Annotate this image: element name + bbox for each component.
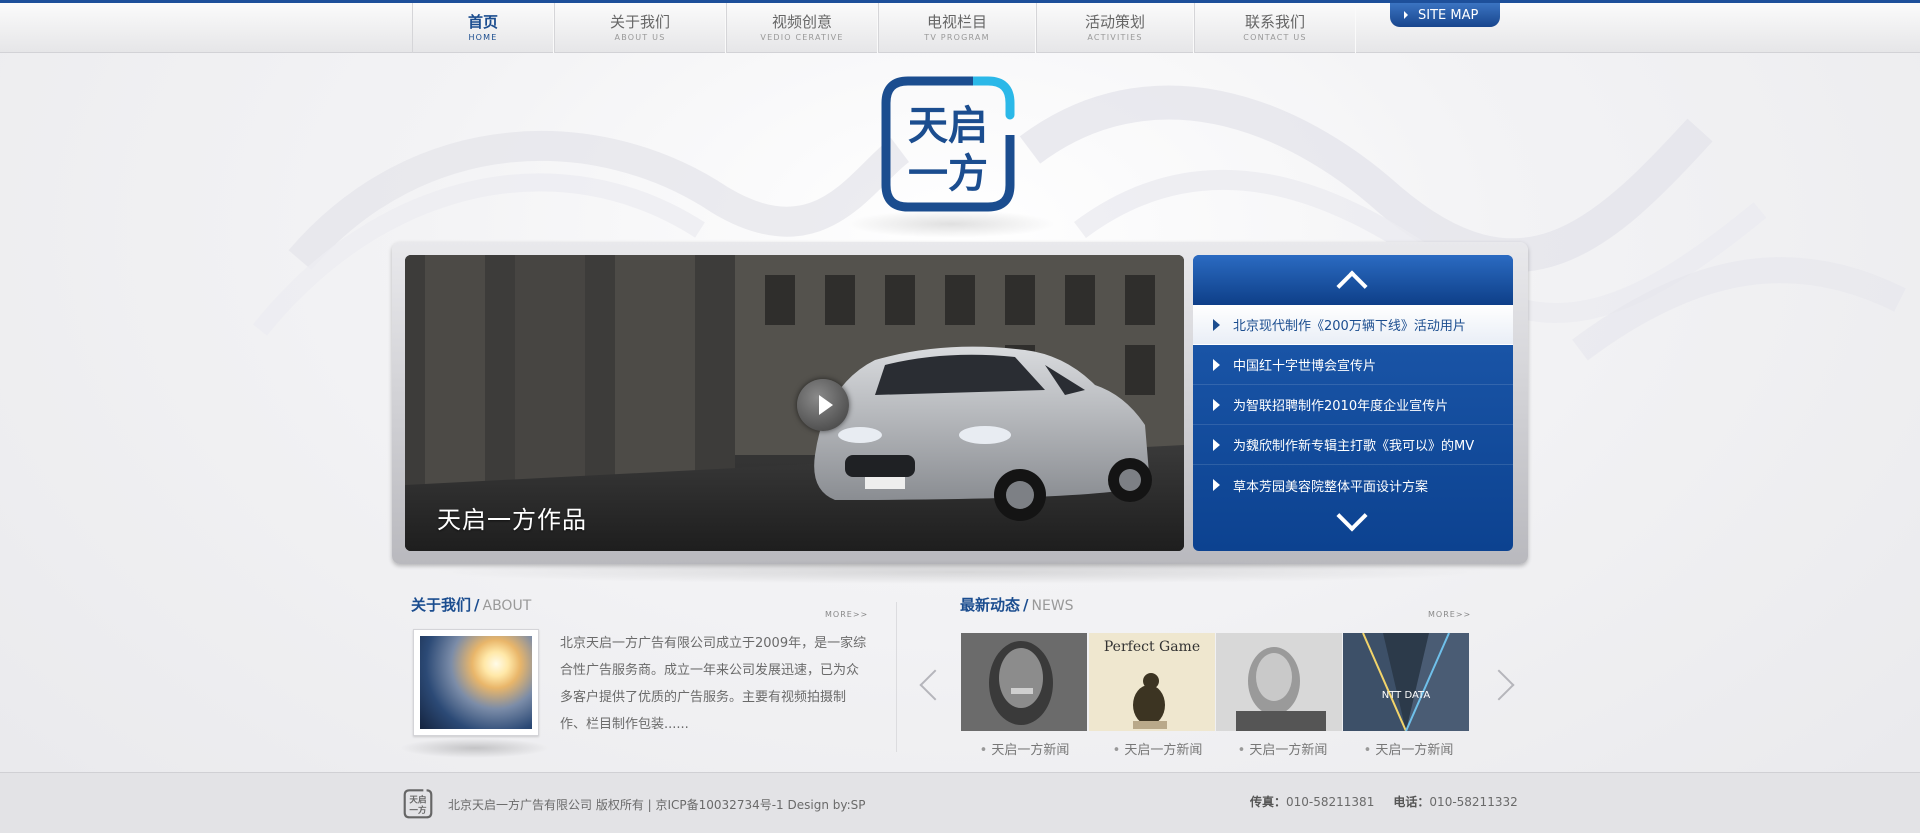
nav-video[interactable]: 视频创意 VEDIO CERATIVE [726,3,878,53]
nav-activities[interactable]: 活动策划 ACTIVITIES [1036,3,1194,53]
footer [0,772,1920,833]
about-title: 关于我们 / ABOUT [411,594,531,615]
list-item[interactable]: 为智联招聘制作2010年度企业宣传片 [1193,385,1513,425]
nav-home-sublabel: HOME [468,33,498,42]
main-nav: 首页 HOME 关于我们 ABOUT US 视频创意 VEDIO CERATIV… [0,3,1920,53]
tel-label: 电话： [1393,795,1430,809]
news-title-zh: 最新动态 [960,596,1021,614]
nav-about[interactable]: 关于我们 ABOUT US [554,3,726,53]
about-title-en: ABOUT [482,598,532,614]
fax-number: 010-58211381 [1286,795,1375,809]
news-thumbnail[interactable] [1216,633,1342,731]
fax-label: 传真： [1250,795,1287,809]
nav-activities-sublabel: ACTIVITIES [1087,33,1143,42]
caret-right-icon [1213,439,1220,451]
news-caption-label: 天启一方新闻 [991,743,1070,758]
about-image[interactable] [413,629,539,736]
news-caption-label: 天启一方新闻 [1249,743,1328,758]
about-title-zh: 关于我们 [411,596,472,614]
list-item[interactable]: 中国红十字世博会宣传片 [1193,345,1513,385]
caret-right-icon [1404,11,1408,19]
news-more-link[interactable]: MORE>> [1428,610,1471,619]
nav-home-label: 首页 [467,13,498,31]
news-thumbnail[interactable] [961,633,1087,731]
nav-tv-sublabel: TV PROGRAM [924,33,990,42]
caret-right-icon [1213,359,1220,371]
about-more-link[interactable]: MORE>> [825,610,868,619]
nav-tv-label: 电视栏目 [926,13,987,31]
nav-video-label: 视频创意 [771,13,832,31]
nav-contact-sublabel: CONTACT US [1243,33,1307,42]
news-caption-label: 天启一方新闻 [1375,743,1454,758]
logo-shadow [846,210,1056,238]
news-thumbnail[interactable]: NTT DATA [1343,633,1469,731]
slider-caption: 天启一方作品 [437,506,587,534]
about-text: 北京天启一方广告有限公司成立于2009年，是一家综合性广告服务商。成立一年来公司… [560,636,867,732]
slider-shadow [420,560,1500,584]
tel-number: 010-58211332 [1429,795,1518,809]
slider-image[interactable]: 天启一方作品 [405,255,1184,551]
footer-logo-line2: 一方 [409,804,427,816]
poster-title: Perfect Game [1104,639,1200,655]
list-scroll-up-button[interactable] [1193,255,1513,305]
brand-logo: 天启 一方 [881,76,1015,212]
caret-right-icon [1213,319,1220,331]
tech-poster-image: NTT DATA [1343,633,1469,731]
about-image-shadow [400,738,550,758]
logo-line1: 天启 [908,103,988,149]
list-item-label: 为魏欣制作新专辑主打歌《我可以》的MV [1233,439,1475,454]
nav-video-sublabel: VEDIO CERATIVE [760,33,844,42]
sitemap-button[interactable]: SITE MAP [1390,3,1500,27]
list-item[interactable]: 北京现代制作《200万辆下线》活动用片 [1193,305,1513,345]
play-button[interactable] [797,379,849,431]
list-item-label: 北京现代制作《200万辆下线》活动用片 [1233,319,1466,334]
news-title: 最新动态 / NEWS [960,594,1074,615]
footer-copyright: 北京天启一方广告有限公司 版权所有 | 京ICP备10032734号-1 Des… [448,798,866,812]
news-caption[interactable]: • 天启一方新闻 [1219,739,1346,758]
news-caption[interactable]: • 天启一方新闻 [1345,739,1472,758]
nav-about-sublabel: ABOUT US [614,33,666,42]
nav-tv[interactable]: 电视栏目 TV PROGRAM [878,3,1036,53]
footer-logo-line1: 天启 [409,794,426,806]
list-scroll-down-button[interactable] [1193,500,1513,551]
footer-contact: 传真：010-58211381 电话：010-58211332 [1250,793,1518,810]
nav-items: 首页 HOME 关于我们 ABOUT US 视频创意 VEDIO CERATIV… [412,3,1356,53]
movie-poster-image: Perfect Game [1089,633,1215,731]
footer-logo: 天启 一方 [403,789,433,819]
sitemap-label: SITE MAP [1418,7,1479,23]
section-divider [896,602,897,752]
nav-home[interactable]: 首页 HOME [412,3,554,53]
news-thumbnail[interactable]: Perfect Game [1089,633,1215,731]
slider-list: 北京现代制作《200万辆下线》活动用片 中国红十字世博会宣传片 为智联招聘制作2… [1193,255,1513,551]
nav-activities-label: 活动策划 [1084,13,1145,31]
portrait-image [961,633,1087,731]
list-item-label: 草本芳园美容院整体平面设计方案 [1233,479,1429,495]
earth-sunrise-image [420,636,532,729]
nav-about-label: 关于我们 [609,13,670,31]
nav-contact-label: 联系我们 [1244,13,1305,31]
logo-line2: 一方 [908,151,988,197]
about-title-slash: / [474,596,480,614]
list-item[interactable]: 为魏欣制作新专辑主打歌《我可以》的MV [1193,425,1513,465]
list-item-label: 中国红十字世博会宣传片 [1233,359,1377,374]
news-title-en: NEWS [1031,598,1074,614]
news-caption[interactable]: • 天启一方新闻 [1094,739,1221,758]
news-caption[interactable]: • 天启一方新闻 [961,739,1088,758]
chevron-up-icon [1336,270,1368,302]
news-title-slash: / [1023,596,1029,614]
nav-contact[interactable]: 联系我们 CONTACT US [1194,3,1356,53]
caret-right-icon [1213,479,1220,491]
news-caption-label: 天启一方新闻 [1124,743,1203,758]
chevron-down-icon [1336,500,1368,532]
list-item[interactable]: 草本芳园美容院整体平面设计方案 [1193,465,1513,505]
list-item-label: 为智联招聘制作2010年度企业宣传片 [1233,399,1449,414]
poster-title: NTT DATA [1382,690,1431,701]
caret-right-icon [1213,399,1220,411]
actor-portrait-image [1216,633,1342,731]
